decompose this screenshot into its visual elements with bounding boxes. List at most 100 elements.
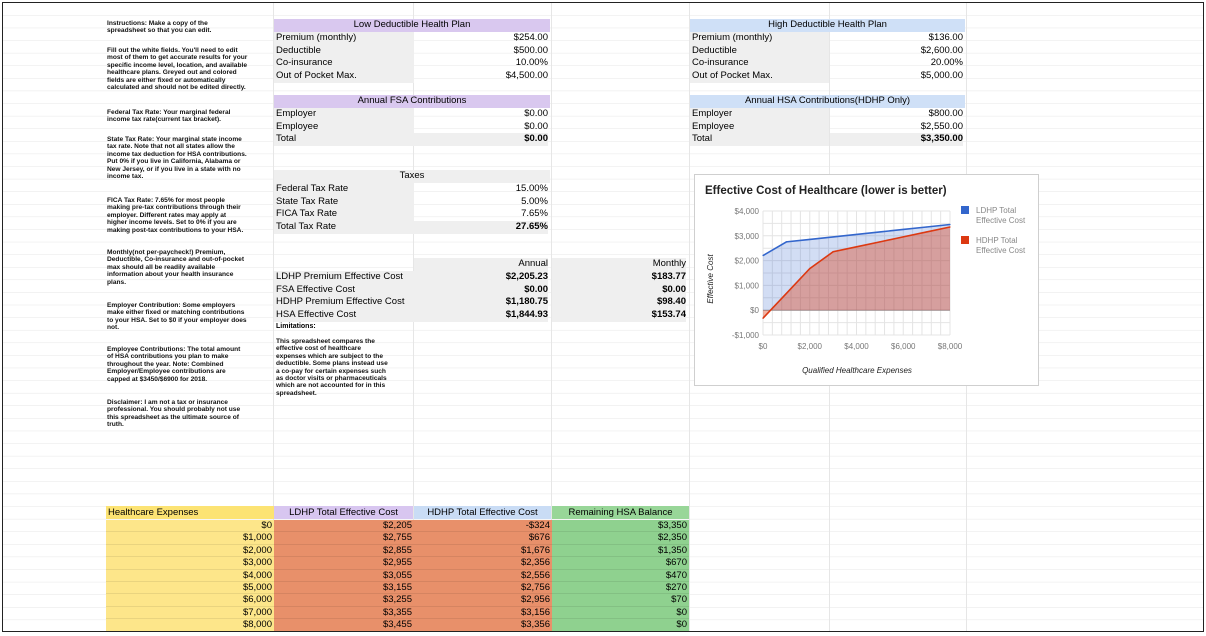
series-point-hdhp xyxy=(809,268,811,270)
legend-label-hdhp: HDHP Total Effective Cost xyxy=(976,236,1026,255)
effective-label: LDHP Premium Effective Cost xyxy=(274,271,414,284)
taxes-title: Taxes xyxy=(274,170,550,183)
ldhp-label: Co-insurance xyxy=(274,57,414,70)
series-point-ldhp xyxy=(785,241,787,243)
tax-label: FICA Tax Rate xyxy=(274,208,414,221)
hdhp-value[interactable]: $2,600.00 xyxy=(830,45,963,58)
ldhp-cost-cell: $3,355 xyxy=(274,606,414,620)
series-point-hdhp xyxy=(832,251,834,253)
x-tick-label: $6,000 xyxy=(891,342,916,351)
ldhp-value[interactable]: $254.00 xyxy=(414,32,548,45)
series-point-hdhp xyxy=(949,226,951,228)
effective-annual: $1,844.93 xyxy=(414,309,548,322)
effective-annual: $2,205.23 xyxy=(414,271,548,284)
hsa-label: Employee xyxy=(690,121,829,134)
instruction-disclaimer: Disclaimer: I am not a tax or insurance … xyxy=(107,399,241,429)
chart-x-ticks: $0 $2,000 $4,000 $6,000 $8,000 xyxy=(759,342,963,351)
chart-y-ticks: $4,000 $3,000 $2,000 $1,000 $0 -$1,000 xyxy=(732,207,760,340)
ldhp-cost-cell: $3,155 xyxy=(274,582,414,595)
ldhp-value[interactable]: $4,500.00 xyxy=(414,70,548,83)
x-tick-label: $0 xyxy=(759,342,768,351)
spreadsheet-frame: Instructions: Make a copy of the spreads… xyxy=(2,2,1204,632)
effective-label: FSA Effective Cost xyxy=(274,284,414,297)
y-tick-label: $0 xyxy=(750,306,759,315)
hdhp-value[interactable]: $136.00 xyxy=(830,32,963,45)
effective-monthly: $183.77 xyxy=(552,271,686,284)
instruction-employer: Employer Contribution: Some employers ma… xyxy=(107,302,247,332)
limitations-text: This spreadsheet compares the effective … xyxy=(276,338,388,397)
hdhp-cost-cell: $1,676 xyxy=(414,544,552,558)
ldhp-cost-cell: $3,455 xyxy=(274,619,414,631)
effective-monthly: $98.40 xyxy=(552,296,686,309)
chart-svg: Effective Cost of Healthcare (lower is b… xyxy=(705,185,1026,375)
instruction-employee: Employee Contributions: The total amount… xyxy=(107,346,241,383)
instruction-federal: Federal Tax Rate: Your marginal federal … xyxy=(107,109,231,124)
expense-cell: $5,000 xyxy=(106,582,274,595)
ldhp-cost-cell: $2,205 xyxy=(274,520,414,533)
ldhp-cost-cell: $3,255 xyxy=(274,594,414,607)
fsa-label: Employee xyxy=(274,121,414,134)
fsa-value[interactable]: $0.00 xyxy=(414,108,548,121)
hdhp-value[interactable]: $5,000.00 xyxy=(830,70,963,83)
fsa-value[interactable]: $0.00 xyxy=(414,121,548,134)
hsa-value[interactable]: $2,550.00 xyxy=(830,121,963,134)
tax-value[interactable]: 7.65% xyxy=(414,208,548,221)
hdhp-label: Premium (monthly) xyxy=(690,32,829,45)
series-point-hdhp xyxy=(926,231,928,233)
series-point-ldhp xyxy=(949,223,951,226)
hsa-balance-cell: $0 xyxy=(552,606,689,620)
effective-annual: $0.00 xyxy=(414,284,548,297)
hsa-total: $3,350.00 xyxy=(830,133,963,146)
chart-y-axis-label: Effective Cost xyxy=(706,254,715,304)
bottom-header-hdhp: HDHP Total Effective Cost xyxy=(414,506,551,519)
hdhp-cost-cell: $2,356 xyxy=(414,557,552,570)
series-point-hdhp xyxy=(879,241,881,243)
series-point-ldhp xyxy=(832,236,834,238)
ldhp-label: Deductible xyxy=(274,45,414,58)
tax-label: Federal Tax Rate xyxy=(274,183,414,196)
ldhp-cost-cell: $2,955 xyxy=(274,557,414,570)
series-point-ldhp xyxy=(809,238,811,240)
effective-annual: $1,180.75 xyxy=(414,296,548,309)
y-tick-label: $2,000 xyxy=(735,257,760,266)
hsa-balance-cell: $270 xyxy=(552,582,689,595)
series-point-hdhp xyxy=(902,236,904,238)
tax-value[interactable]: 15.00% xyxy=(414,183,548,196)
ldhp-cost-cell: $2,755 xyxy=(274,532,414,545)
hsa-balance-cell: $0 xyxy=(552,619,689,631)
hdhp-value[interactable]: 20.00% xyxy=(830,57,963,70)
tax-value[interactable]: 5.00% xyxy=(414,196,548,209)
hdhp-cost-cell: -$324 xyxy=(414,520,552,533)
hsa-title: Annual HSA Contributions(HDHP Only) xyxy=(690,95,965,108)
hdhp-cost-cell: $2,756 xyxy=(414,582,552,595)
hdhp-cost-cell: $2,956 xyxy=(414,594,552,607)
expense-cell: $6,000 xyxy=(106,594,274,607)
x-tick-label: $8,000 xyxy=(938,342,963,351)
y-tick-label: $3,000 xyxy=(735,232,760,241)
effective-col-annual: Annual xyxy=(414,258,548,271)
bottom-header-expenses: Healthcare Expenses xyxy=(106,506,274,519)
instruction-fica: FICA Tax Rate: 7.65% for most people mak… xyxy=(107,197,244,234)
expense-cell: $4,000 xyxy=(106,569,274,582)
chart-title: Effective Cost of Healthcare (lower is b… xyxy=(705,185,947,197)
effective-label: HDHP Premium Effective Cost xyxy=(274,296,414,309)
y-tick-label: -$1,000 xyxy=(732,331,760,340)
ldhp-value[interactable]: 10.00% xyxy=(414,57,548,70)
instruction-fill: Fill out the white fields. You'll need t… xyxy=(107,47,248,92)
instruction-copy: Instructions: Make a copy of the spreads… xyxy=(107,20,212,35)
ldhp-value[interactable]: $500.00 xyxy=(414,45,548,58)
effective-cost-chart: Effective Cost of Healthcare (lower is b… xyxy=(694,174,1039,386)
chart-legend: LDHP Total Effective Cost HDHP Total Effec… xyxy=(961,206,1026,255)
x-tick-label: $2,000 xyxy=(798,342,823,351)
expense-cell: $8,000 xyxy=(106,619,274,631)
hdhp-cost-cell: $676 xyxy=(414,532,552,545)
hdhp-title: High Deductible Health Plan xyxy=(690,19,965,32)
legend-label-ldhp: LDHP Total Effective Cost xyxy=(976,206,1026,225)
expense-cell: $1,000 xyxy=(106,532,274,545)
effective-monthly: $0.00 xyxy=(552,284,686,297)
hsa-balance-cell: $470 xyxy=(552,569,689,582)
bottom-header-ldhp: LDHP Total Effective Cost xyxy=(274,506,413,519)
hdhp-cost-cell: $3,356 xyxy=(414,619,552,631)
hsa-value[interactable]: $800.00 xyxy=(830,108,963,121)
hsa-balance-cell: $2,350 xyxy=(552,532,689,545)
